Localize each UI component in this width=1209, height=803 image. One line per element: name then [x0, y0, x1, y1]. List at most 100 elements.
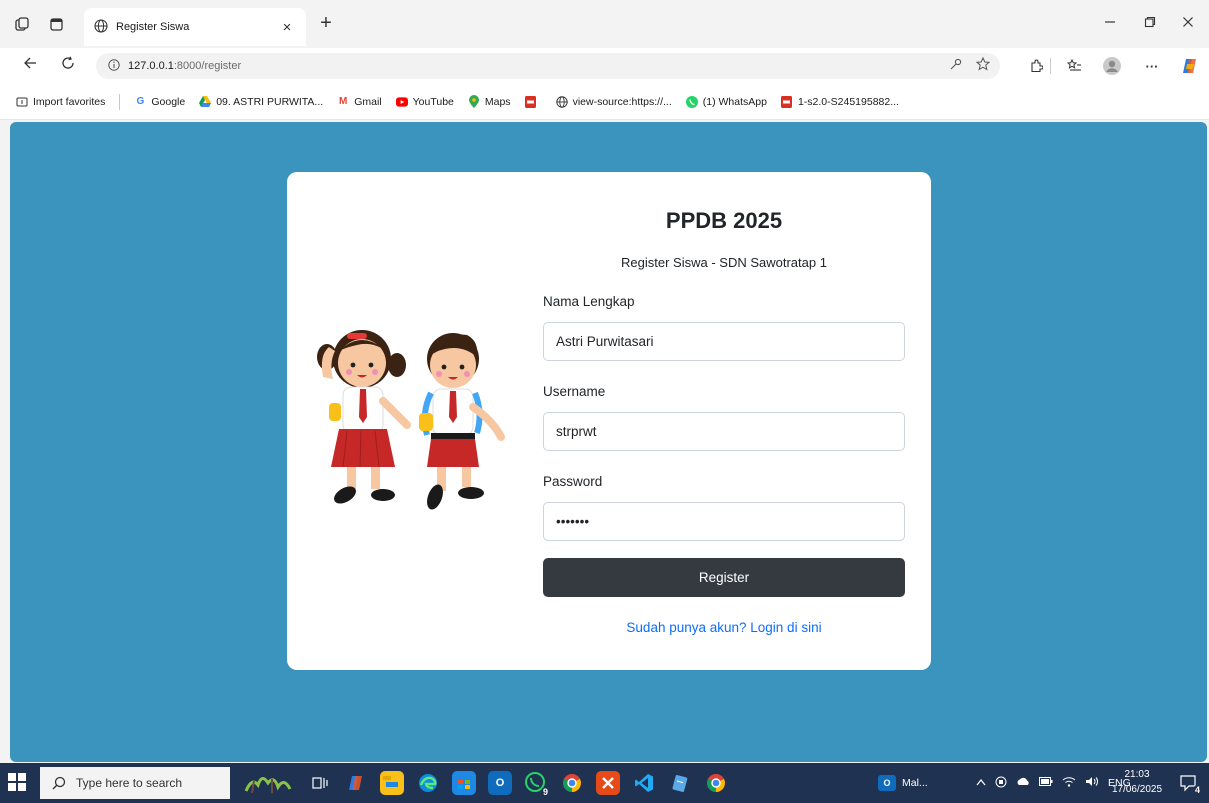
favorite-whatsapp[interactable]: (1) WhatsApp [685, 95, 767, 108]
search-highlight-icon[interactable] [240, 771, 296, 795]
minimize-button[interactable] [1098, 14, 1122, 34]
favorite-star-icon[interactable] [975, 56, 991, 74]
mail-app-label: Mal... [902, 777, 928, 789]
restore-button[interactable] [1138, 14, 1162, 34]
password-key-icon[interactable] [949, 58, 962, 74]
whatsapp-taskbar-icon[interactable]: 9 [524, 771, 550, 797]
gmail-icon: M [339, 96, 348, 107]
url-host: 127.0.0.1 [128, 60, 174, 72]
favorite-label: Gmail [354, 95, 382, 108]
favorite-pdf-document[interactable]: 1-s2.0-S245195882... [781, 95, 899, 108]
favorite-label: Maps [484, 95, 511, 108]
clock-date: 17/06/2025 [1111, 784, 1163, 795]
tab-register-siswa[interactable]: Register Siswa × [84, 8, 306, 46]
toolbar-divider [1050, 58, 1051, 74]
extensions-icon[interactable] [1024, 54, 1048, 78]
favorites-divider [119, 93, 121, 110]
chrome-profile-icon[interactable] [704, 771, 728, 795]
search-placeholder: Type here to search [76, 776, 183, 790]
wifi-icon[interactable] [1062, 776, 1076, 790]
students-illustration [317, 317, 507, 517]
page-title: PPDB 2025 [665, 208, 783, 233]
back-button[interactable] [18, 54, 42, 78]
vscode-icon[interactable] [632, 771, 656, 795]
url-path: :8000/register [173, 60, 242, 72]
favorite-google-drive[interactable]: 09. ASTRI PURWITA... [199, 96, 323, 108]
whatsapp-badge: 9 [540, 787, 550, 797]
site-info-icon[interactable] [108, 58, 120, 74]
notepad-icon[interactable] [668, 771, 692, 795]
globe-icon [94, 18, 108, 36]
file-explorer-icon[interactable] [380, 771, 404, 795]
pdf-icon [781, 95, 793, 108]
favorite-maps[interactable]: Maps [468, 95, 511, 108]
search-icon [52, 776, 66, 790]
full-name-input[interactable] [543, 322, 905, 361]
workspaces-icon[interactable] [12, 14, 32, 34]
refresh-button[interactable] [56, 54, 80, 78]
notifications-icon[interactable]: 4 [1176, 771, 1202, 795]
favorites-list-icon[interactable] [1062, 54, 1086, 78]
address-toolbar: 127.0.0.1:8000/register ··· [0, 48, 1209, 84]
favorites-bar: Import favorites G Google 09. ASTRI PURW… [0, 84, 1209, 120]
profile-avatar-icon[interactable] [1100, 54, 1124, 78]
taskbar-mail-app[interactable]: O Mal... [878, 763, 928, 803]
windows-logo-icon [8, 773, 26, 791]
clock-time: 21:03 [1124, 769, 1150, 780]
task-view-icon[interactable] [308, 771, 332, 795]
import-favorites-icon [16, 96, 28, 108]
copilot-icon[interactable] [1178, 54, 1202, 78]
google-icon: G [136, 96, 145, 107]
favorite-google[interactable]: G Google [134, 96, 185, 108]
favorite-pdf[interactable] [525, 95, 542, 108]
onedrive-icon[interactable] [1016, 777, 1030, 789]
microsoft-store-icon[interactable] [452, 771, 476, 795]
refresh-icon [62, 56, 74, 69]
favorite-label: Google [151, 95, 186, 108]
windows-start-button[interactable] [8, 773, 28, 793]
tab-strip: Register Siswa × + [0, 0, 1209, 48]
tab-title: Register Siswa [116, 21, 190, 33]
address-bar[interactable]: 127.0.0.1:8000/register [96, 53, 1000, 79]
boy-student-illustration [419, 333, 505, 510]
settings-more-button[interactable]: ··· [1140, 54, 1164, 78]
close-window-button[interactable] [1176, 14, 1200, 34]
maps-icon [468, 95, 480, 108]
windows-taskbar: Type here to search O 9 O Mal... ENG 21:… [0, 763, 1209, 803]
outlook-icon[interactable]: O [488, 771, 512, 795]
whatsapp-icon [685, 95, 698, 108]
arrow-left-icon [24, 57, 36, 69]
show-hidden-icons[interactable] [976, 777, 986, 789]
tab-actions-icon[interactable] [46, 14, 66, 34]
register-card: PPDB 2025 Register Siswa - SDN Sawotrata… [287, 172, 931, 670]
mail-app-icon: O [878, 775, 896, 791]
edge-icon[interactable] [416, 771, 440, 795]
password-input[interactable] [543, 502, 905, 541]
xampp-icon[interactable] [596, 771, 620, 795]
login-link[interactable]: Sudah punya akun? Login di sini [543, 620, 905, 635]
favorite-label: YouTube [412, 95, 454, 108]
pdf-icon [525, 95, 537, 108]
volume-icon[interactable] [1085, 776, 1099, 790]
copilot-taskbar-icon[interactable] [344, 771, 368, 795]
taskbar-search[interactable]: Type here to search [40, 767, 230, 799]
favorite-gmail[interactable]: M Gmail [337, 95, 382, 108]
close-tab-button[interactable]: × [278, 19, 296, 36]
register-button[interactable]: Register [543, 558, 905, 597]
battery-icon[interactable] [1039, 777, 1053, 789]
chrome-icon[interactable] [560, 771, 584, 795]
favorite-import-favorites[interactable]: Import favorites [16, 96, 105, 108]
notification-count: 4 [1192, 785, 1202, 795]
favorite-view-source[interactable]: view-source:https://... [555, 95, 672, 108]
username-input[interactable] [543, 412, 905, 451]
favorite-label: 09. ASTRI PURWITA... [216, 95, 324, 108]
new-tab-button[interactable]: + [314, 12, 338, 36]
globe-icon [555, 95, 568, 108]
page-background: PPDB 2025 Register Siswa - SDN Sawotrata… [10, 122, 1207, 762]
taskbar-clock[interactable]: 21:03 17/06/2025 [1108, 767, 1166, 797]
youtube-icon [395, 96, 408, 108]
favorite-youtube[interactable]: YouTube [395, 95, 454, 108]
password-label: Password [543, 474, 603, 489]
page-subtitle: Register Siswa - SDN Sawotratap 1 [621, 255, 827, 270]
meet-now-icon[interactable] [995, 776, 1007, 791]
